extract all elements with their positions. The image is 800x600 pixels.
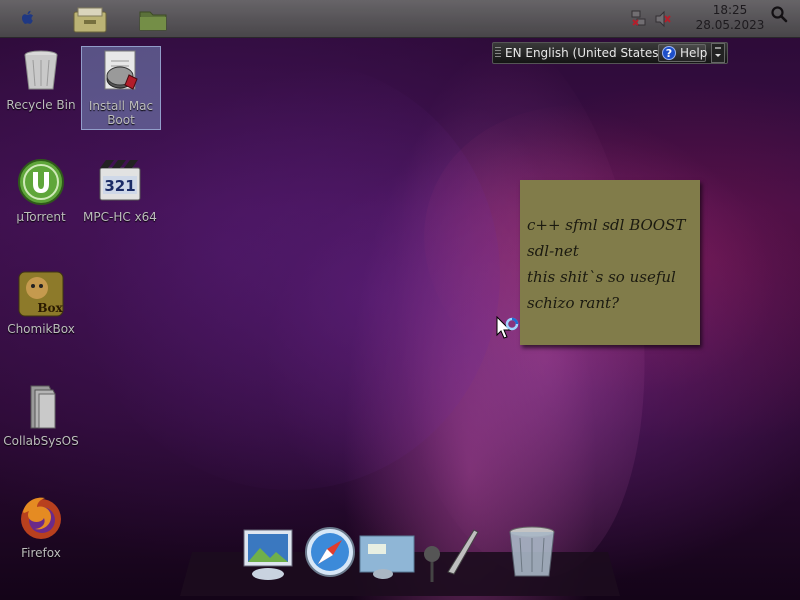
clock-time: 18:25 (712, 3, 748, 17)
menubar-clock[interactable]: 18:25 28.05.2023 (690, 3, 770, 33)
recycle-bin-icon (24, 50, 58, 90)
desktop-icon-install-mac-boot[interactable]: Install Mac Boot (81, 46, 161, 130)
busy-cursor-icon (496, 316, 519, 339)
chomikbox-icon: Box (18, 271, 64, 317)
network-disconnected-icon[interactable] (630, 10, 648, 28)
desktop-icon-label-line: Install Mac (88, 99, 154, 113)
mpc-hc-icon-text: 321 (104, 177, 135, 195)
desktop-icon-label: Install Mac Boot (82, 99, 160, 127)
language-indicator[interactable]: EN English (United States) (505, 46, 663, 60)
language-bar-options-icon[interactable] (711, 43, 725, 63)
search-icon[interactable] (770, 5, 788, 23)
apple-icon[interactable] (18, 8, 38, 28)
utorrent-icon (18, 159, 64, 205)
sticky-note-line: schizo rant? (527, 294, 620, 312)
sticky-note[interactable]: c++ sfml sdl BOOST sdl-net this shit`s s… (520, 180, 700, 345)
clock-date: 28.05.2023 (695, 18, 765, 32)
dock (180, 526, 620, 598)
desktop-icon-firefox[interactable]: Firefox (2, 494, 80, 560)
sticky-note-line: c++ sfml sdl BOOST (527, 216, 686, 234)
safari-compass-icon[interactable] (305, 527, 355, 577)
sticky-note-line: this shit`s so useful (527, 268, 676, 286)
desktop-icon-label: CollabSysOS (3, 434, 79, 448)
mpc-hc-icon: 321 (99, 160, 141, 201)
desktop-icon-label: Firefox (21, 546, 61, 560)
desktop-icon-mpc-hc[interactable]: 321 MPC-HC x64 (81, 158, 159, 224)
firefox-icon (21, 497, 61, 539)
volume-muted-icon[interactable] (654, 10, 672, 28)
install-mac-boot-icon (104, 50, 138, 90)
desktop-icon-label: MPC-HC x64 (83, 210, 157, 224)
desktop-icon-recycle-bin[interactable]: Recycle Bin (2, 46, 80, 112)
desktop-icon-label-line: Boot (107, 113, 135, 127)
folder-icon[interactable] (138, 6, 168, 32)
top-menu-bar: 18:25 28.05.2023 (0, 0, 800, 38)
help-label: Help (680, 46, 708, 60)
desktop-icon-label: µTorrent (16, 210, 66, 224)
file-cabinet-icon[interactable] (72, 6, 108, 34)
trash-icon[interactable] (509, 526, 555, 577)
desktop-icon-utorrent[interactable]: µTorrent (2, 158, 80, 224)
sticky-note-line: sdl-net (527, 242, 579, 260)
language-bar-grip[interactable] (495, 47, 501, 59)
desktop-icon-label: Recycle Bin (6, 98, 76, 112)
desktop-icon-collabsysos[interactable]: CollabSysOS (2, 382, 80, 448)
help-button[interactable]: ? Help (658, 44, 708, 62)
help-icon: ? (662, 46, 676, 60)
chomikbox-icon-text: Box (37, 301, 63, 315)
desktop-icon-chomikbox[interactable]: Box ChomikBox (2, 270, 80, 336)
collabsysos-icon (30, 385, 56, 429)
desktop-icon-label: ChomikBox (7, 322, 75, 336)
